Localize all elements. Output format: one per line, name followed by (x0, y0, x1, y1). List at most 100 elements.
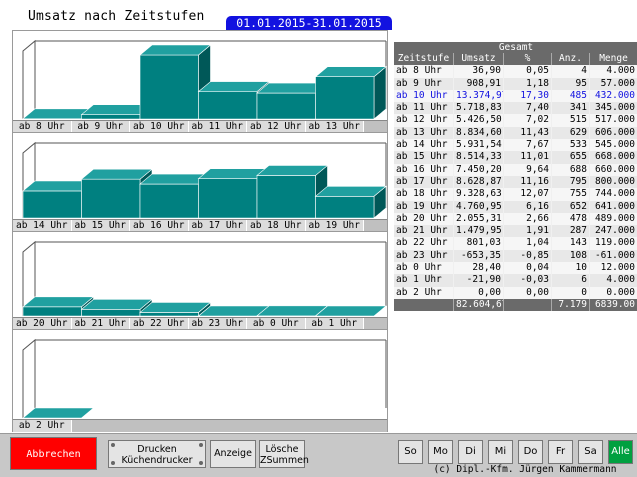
cell-anzahl: 0 (552, 287, 590, 299)
print-kitchen-button[interactable]: Drucken Küchendrucker (108, 440, 206, 468)
cell-zeitstufe: ab 21 Uhr (394, 225, 454, 237)
cell-zeitstufe: ab 20 Uhr (394, 213, 454, 225)
col-header-umsatz: Umsatz (454, 53, 504, 65)
total-label (394, 299, 454, 311)
table-total-row: 82.604,67 7.179 6839.00 (394, 299, 637, 311)
table-row[interactable]: ab 12 Uhr5.426,507,02515517.000 (394, 114, 637, 126)
display-button[interactable]: Anzeige (210, 440, 256, 468)
cell-menge: 660.000 (590, 164, 637, 176)
bar-chart-2: ab 14 Uhrab 15 Uhrab 16 Uhrab 17 Uhrab 1… (12, 132, 388, 232)
table-section-title: Gesamt (394, 42, 637, 53)
cell-percent: 0,05 (504, 65, 552, 77)
table-row[interactable]: ab 15 Uhr8.514,3311,01655668.000 (394, 151, 637, 163)
cell-zeitstufe: ab 22 Uhr (394, 237, 454, 249)
cell-anzahl: 629 (552, 127, 590, 139)
cell-zeitstufe: ab 23 Uhr (394, 250, 454, 262)
cell-menge: 119.000 (590, 237, 637, 249)
table-row[interactable]: ab 16 Uhr7.450,209,64688660.000 (394, 164, 637, 176)
cell-menge: 517.000 (590, 114, 637, 126)
button-corner-dot (199, 443, 203, 447)
cell-anzahl: 515 (552, 114, 590, 126)
table-row[interactable]: ab 18 Uhr9.328,6312,07755744.000 (394, 188, 637, 200)
cell-percent: 11,16 (504, 176, 552, 188)
cell-anzahl: 652 (552, 201, 590, 213)
cell-percent: 1,04 (504, 237, 552, 249)
cancel-button[interactable]: Abbrechen (10, 437, 97, 470)
cell-percent: 7,02 (504, 114, 552, 126)
delete-subtotals-button[interactable]: Lösche ZSummen (259, 440, 305, 468)
table-row[interactable]: ab 21 Uhr1.479,951,91287247.000 (394, 225, 637, 237)
col-header-anzahl: Anz. (552, 53, 590, 65)
bar-top (140, 45, 211, 55)
cell-umsatz: 28,40 (454, 262, 504, 274)
col-header-menge: Menge (590, 53, 637, 65)
bar-top (316, 306, 387, 316)
table-row[interactable]: ab 1 Uhr-21,90-0,0364.000 (394, 274, 637, 286)
table-row[interactable]: ab 2 Uhr0,000,0000.000 (394, 287, 637, 299)
table-row[interactable]: ab 17 Uhr8.628,8711,16795800.000 (394, 176, 637, 188)
bar-front (82, 179, 141, 218)
cell-zeitstufe: ab 15 Uhr (394, 151, 454, 163)
cell-umsatz: 5.931,54 (454, 139, 504, 151)
day-button-sa[interactable]: Sa (578, 440, 603, 464)
day-button-do[interactable]: Do (518, 440, 543, 464)
day-button-fr[interactable]: Fr (548, 440, 573, 464)
copyright-text: (c) Dipl.-Kfm. Jürgen Kammermann (422, 464, 628, 476)
table-row[interactable]: ab 20 Uhr2.055,312,66478489.000 (394, 213, 637, 225)
app-window: Umsatz nach Zeitstufen 01.01.2015-31.01.… (0, 0, 637, 476)
bar-front (23, 191, 82, 218)
cell-percent: 11,01 (504, 151, 552, 163)
bar-top (23, 408, 94, 418)
bar-top (199, 82, 270, 92)
cell-percent: 11,43 (504, 127, 552, 139)
bar-front (257, 93, 316, 119)
bar-front (199, 92, 258, 119)
cell-menge: 800.000 (590, 176, 637, 188)
cell-menge: 4.000 (590, 65, 637, 77)
cell-anzahl: 6 (552, 274, 590, 286)
cell-menge: 489.000 (590, 213, 637, 225)
cell-zeitstufe: ab 2 Uhr (394, 287, 454, 299)
button-corner-dot (111, 461, 115, 465)
day-button-mo[interactable]: Mo (428, 440, 453, 464)
cell-zeitstufe: ab 0 Uhr (394, 262, 454, 274)
table-row[interactable]: ab 8 Uhr36,900,0544.000 (394, 65, 637, 77)
table-row[interactable]: ab 14 Uhr5.931,547,67533545.000 (394, 139, 637, 151)
cell-umsatz: 7.450,20 (454, 164, 504, 176)
cell-percent: 0,00 (504, 287, 552, 299)
bar (316, 186, 387, 218)
day-button-alle[interactable]: Alle (608, 440, 633, 464)
cell-zeitstufe: ab 1 Uhr (394, 274, 454, 286)
bar-front (316, 77, 375, 119)
cell-zeitstufe: ab 18 Uhr (394, 188, 454, 200)
button-corner-dot (199, 461, 203, 465)
table-header-row: Zeitstufe Umsatz % Anz. Menge (394, 53, 637, 65)
cell-umsatz: 5.718,83 (454, 102, 504, 114)
cell-percent: -0,03 (504, 274, 552, 286)
table-row[interactable]: ab 13 Uhr8.834,6011,43629606.000 (394, 127, 637, 139)
table-row[interactable]: ab 22 Uhr801,031,04143119.000 (394, 237, 637, 249)
table-body: ab 8 Uhr36,900,0544.000ab 9 Uhr908,911,1… (394, 65, 637, 299)
table-row[interactable]: ab 9 Uhr908,911,189557.000 (394, 78, 637, 90)
bar-chart-1: ab 8 Uhrab 9 Uhrab 10 Uhrab 11 Uhrab 12 … (12, 30, 388, 133)
bar-chart-2-plot (13, 133, 387, 220)
date-range-tab[interactable]: 01.01.2015-31.01.2015 (226, 16, 392, 30)
day-button-so[interactable]: So (398, 440, 423, 464)
cell-umsatz: 1.479,95 (454, 225, 504, 237)
table-row[interactable]: ab 11 Uhr5.718,837,40341345.000 (394, 102, 637, 114)
table-row[interactable]: ab 19 Uhr4.760,956,16652641.000 (394, 201, 637, 213)
cell-percent: 7,67 (504, 139, 552, 151)
day-button-di[interactable]: Di (458, 440, 483, 464)
cell-zeitstufe: ab 10 Uhr (394, 90, 454, 102)
table-row[interactable]: ab 23 Uhr-653,35-0,85108-61.000 (394, 250, 637, 262)
cell-zeitstufe: ab 16 Uhr (394, 164, 454, 176)
bar-front (82, 309, 141, 316)
day-button-mi[interactable]: Mi (488, 440, 513, 464)
table-row[interactable]: ab 0 Uhr28,400,041012.000 (394, 262, 637, 274)
cell-menge: 4.000 (590, 274, 637, 286)
cell-anzahl: 478 (552, 213, 590, 225)
bar-front (257, 175, 316, 218)
table-row[interactable]: ab 10 Uhr13.374,9717,30485432.000 (394, 90, 637, 102)
bar (316, 67, 387, 119)
cell-anzahl: 533 (552, 139, 590, 151)
